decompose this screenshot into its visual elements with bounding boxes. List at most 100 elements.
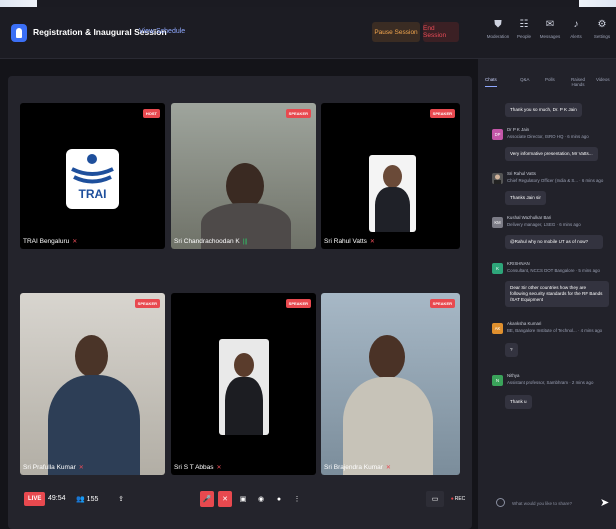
trai-logo-text: TRAI: [78, 187, 107, 201]
shield-icon: ⛊: [494, 19, 502, 30]
speaker-badge: SPEAKER: [285, 299, 311, 308]
tab-chats[interactable]: Chats: [485, 77, 497, 87]
video-tile-st-abbas[interactable]: SPEAKER Sri S T Abbas ✕: [171, 293, 316, 475]
moderation-button[interactable]: ⛊ Moderation: [484, 19, 512, 39]
video-stage: TRAI HOST TRAI Bengaluru ✕ SPEAKER Sri Ch…: [8, 76, 472, 529]
tab-qa[interactable]: Q&A: [520, 77, 530, 82]
avatar: DP: [492, 129, 503, 140]
participant-name: Sri Rahul Vatts ✕: [324, 238, 375, 245]
chat-panel: Chats Q&A Polls Raised Hands Videos Than…: [478, 59, 616, 529]
mic-off-icon: ✕: [216, 465, 222, 471]
chat-bubble: Thank u: [505, 395, 532, 409]
profile-photo: [369, 155, 416, 232]
camera-toggle-button[interactable]: ✕: [218, 491, 232, 507]
sender-name: Nithya: [507, 373, 520, 378]
participant-name-text: TRAI Bengaluru: [23, 238, 70, 245]
avatar: AK: [492, 323, 503, 334]
people-icon: 👥: [76, 496, 85, 503]
avatar: N: [492, 375, 503, 386]
participant-name-text: Sri Prafulla Kumar: [23, 464, 76, 471]
sender-subtitle: Assistant professor, Sambhram · 2 mins a…: [507, 380, 594, 385]
sender-subtitle: Consultant, NCCS DOT Bangalore · 5 mins …: [507, 268, 600, 273]
chat-bubble: Thanks Jain sir: [505, 191, 546, 205]
effects-button[interactable]: ●: [272, 491, 286, 507]
user-photo-icon: [494, 174, 501, 184]
speaker-head: [75, 335, 108, 377]
profile-photo: [219, 339, 269, 435]
trai-waves-icon: [71, 154, 114, 184]
session-timer: 49:54: [48, 495, 66, 502]
people-icon: ☷: [519, 19, 529, 30]
sender-name: Dr P K Jain: [507, 127, 530, 132]
mic-off-icon: ✕: [385, 465, 391, 471]
sender-name: KRISHNAN: [507, 261, 530, 266]
rec-label: REC: [454, 496, 466, 502]
layout-button[interactable]: ▭: [426, 491, 444, 507]
avatar: K: [492, 263, 503, 274]
chat-bubble: ?: [505, 343, 518, 357]
speaker-body: [343, 377, 433, 475]
pause-session-button[interactable]: Pause Session: [372, 22, 420, 42]
screen-share-button[interactable]: ▣: [236, 491, 250, 507]
messages-label: Messages: [539, 34, 561, 39]
speaker-badge: SPEAKER: [429, 109, 455, 118]
send-icon[interactable]: ➤: [600, 496, 609, 509]
chat-input-placeholder: What would you like to share?: [512, 501, 573, 506]
app-logo-icon: [11, 24, 27, 42]
trai-logo: TRAI: [66, 149, 119, 209]
sender-name: Kushal Wazhulkar Bari: [507, 215, 552, 220]
top-bar: Registration & Inaugural Session View Sc…: [0, 7, 616, 59]
mic-off-icon: ✕: [72, 239, 78, 245]
record-button[interactable]: ◉: [254, 491, 268, 507]
chat-bubble: @Rahul why no mobile UT as of now?: [505, 235, 603, 249]
video-tile-prafulla-kumar[interactable]: SPEAKER Sri Prafulla Kumar ✕: [20, 293, 165, 475]
video-tile-trai[interactable]: TRAI HOST TRAI Bengaluru ✕: [20, 103, 165, 249]
chat-messages: Thank you so much, Dr. P K Jain DP Dr P …: [478, 103, 616, 483]
participant-name: TRAI Bengaluru ✕: [23, 238, 77, 245]
sender-subtitle: Chief Regulatory Officer (India & S... ·…: [507, 178, 604, 183]
participant-name: Sri Prafulla Kumar ✕: [23, 464, 84, 471]
alerts-button[interactable]: ♪ Alerts: [562, 19, 590, 39]
speaker-badge: SPEAKER: [429, 299, 455, 308]
messages-button[interactable]: ✉ Messages: [536, 19, 564, 39]
participant-name: Sri S T Abbas ✕: [174, 464, 222, 471]
chat-bubble: Dear Sir other countries how they are fo…: [505, 281, 609, 307]
mic-toggle-button[interactable]: 🎤: [200, 491, 214, 507]
participant-name: Sri Brajendra Kumar ✕: [324, 464, 391, 471]
people-button[interactable]: ☷ People: [510, 19, 538, 39]
mic-off-icon: ✕: [78, 465, 84, 471]
video-tile-rahul-vatts[interactable]: SPEAKER Sri Rahul Vatts ✕: [321, 103, 460, 249]
speaker-head: [369, 335, 405, 379]
chat-bubble: Very informative presentation, Mr Vatts.…: [505, 147, 598, 161]
chat-bubble: Thank you so much, Dr. P K Jain: [505, 103, 582, 117]
messages-icon: ✉: [545, 19, 555, 30]
video-tile-chandrachoodan[interactable]: SPEAKER Sri Chandrachoodan K |||: [171, 103, 316, 249]
speaker-body: [48, 375, 140, 475]
view-schedule-link[interactable]: View Schedule: [139, 28, 185, 35]
avatar: [492, 173, 503, 184]
share-icon[interactable]: ⇪: [114, 491, 128, 507]
tab-videos[interactable]: Videos: [596, 77, 610, 82]
sender-subtitle: BE, Bangalore Institute of Technol... · …: [507, 328, 603, 333]
live-badge: LIVE: [24, 492, 46, 506]
participant-name-text: Sri Rahul Vatts: [324, 238, 367, 245]
host-badge: HOST: [142, 109, 160, 118]
tab-raised-hands[interactable]: Raised Hands: [566, 77, 590, 87]
rec-button[interactable]: ● REC: [448, 491, 468, 507]
emoji-icon[interactable]: [496, 498, 505, 507]
chat-input[interactable]: What would you like to share? ➤: [484, 493, 610, 515]
avatar: KM: [492, 217, 503, 228]
viewer-count-value: 155: [86, 496, 99, 503]
viewer-count: 👥 155: [76, 495, 98, 503]
settings-button[interactable]: ⚙ Settings: [588, 19, 616, 39]
more-options-icon[interactable]: ⋮: [290, 491, 304, 507]
mic-on-icon: |||: [242, 239, 248, 245]
tab-polls[interactable]: Polls: [545, 77, 555, 82]
moderation-label: Moderation: [486, 34, 510, 39]
participant-name-text: Sri Chandrachoodan K: [174, 238, 240, 245]
end-session-button[interactable]: End Session: [423, 22, 459, 42]
speaker-badge: SPEAKER: [134, 299, 160, 308]
sender-name: Akanksha Kumari: [507, 321, 542, 326]
chat-tabs: Chats Q&A Polls Raised Hands Videos: [478, 71, 616, 97]
video-tile-brajendra-kumar[interactable]: SPEAKER Sri Brajendra Kumar ✕: [321, 293, 460, 475]
